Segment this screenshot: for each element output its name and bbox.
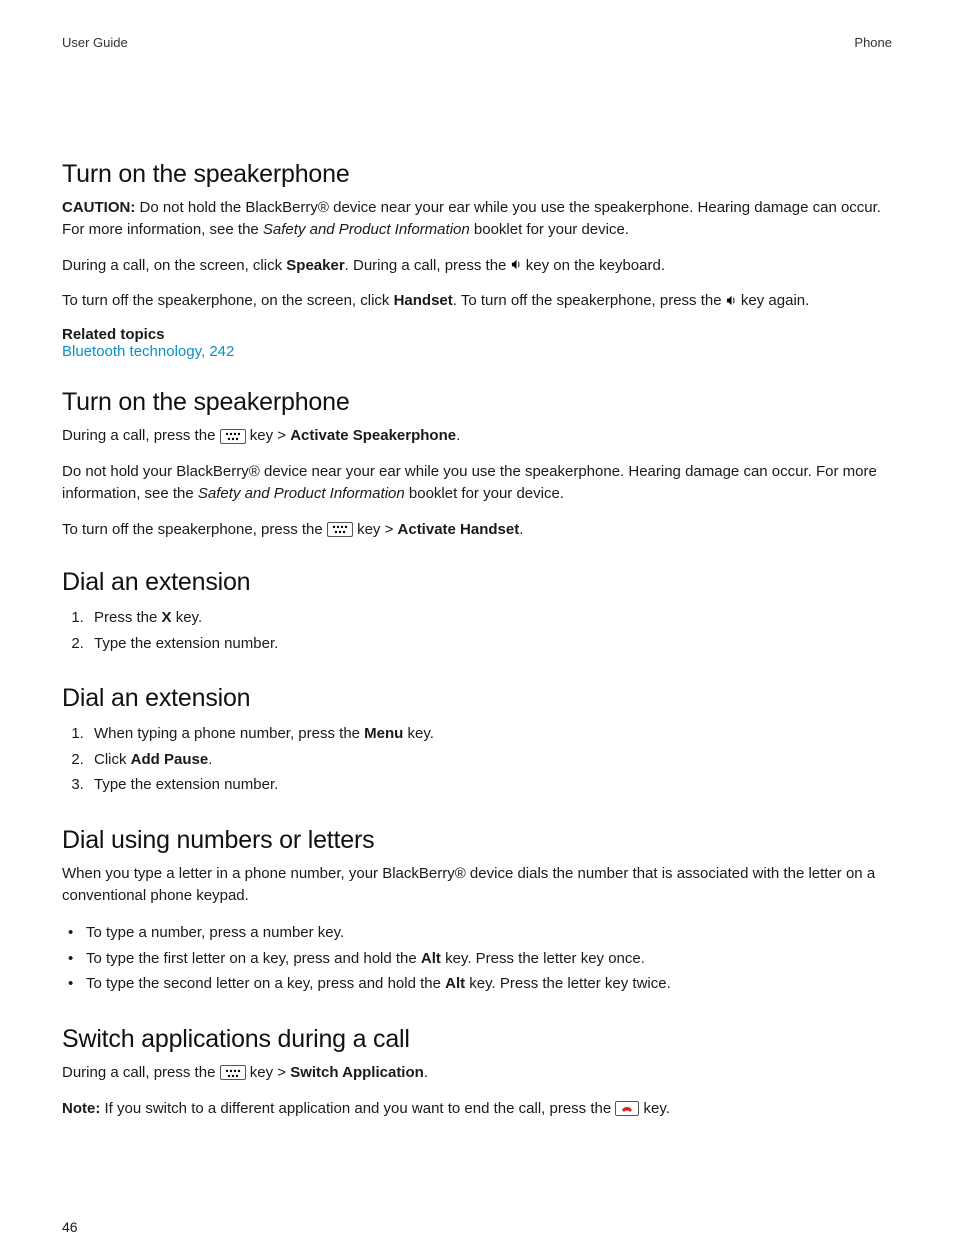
speaker-icon bbox=[511, 255, 522, 277]
heading-dial-letters: Dial using numbers or letters bbox=[62, 826, 892, 855]
caution-label: CAUTION: bbox=[62, 199, 135, 216]
heading-dial-ext-2: Dial an extension bbox=[62, 684, 892, 713]
related-topics-label: Related topics bbox=[62, 326, 892, 343]
page-number: 46 bbox=[62, 1219, 78, 1235]
speakerphone-activate-line: During a call, press the key > Activate … bbox=[62, 425, 892, 447]
menu-key-icon bbox=[220, 1065, 246, 1080]
link-bluetooth[interactable]: Bluetooth technology, 242 bbox=[62, 343, 234, 360]
dial-letters-intro: When you type a letter in a phone number… bbox=[62, 863, 892, 907]
list-item: To type the first letter on a key, press… bbox=[86, 946, 892, 972]
list-item: Type the extension number. bbox=[88, 772, 892, 798]
list-item: To type the second letter on a key, pres… bbox=[86, 971, 892, 997]
switch-app-line: During a call, press the key > Switch Ap… bbox=[62, 1062, 892, 1084]
speaker-icon bbox=[726, 291, 737, 313]
list-item: Type the extension number. bbox=[88, 631, 892, 657]
end-call-key-icon bbox=[615, 1101, 639, 1116]
list-item: When typing a phone number, press the Me… bbox=[88, 721, 892, 747]
menu-key-icon bbox=[220, 429, 246, 444]
list-item: To type a number, press a number key. bbox=[86, 920, 892, 946]
speakerphone-warning: Do not hold your BlackBerry® device near… bbox=[62, 461, 892, 505]
speakerphone-off-line: To turn off the speakerphone, on the scr… bbox=[62, 290, 892, 312]
page-header: User Guide Phone bbox=[62, 35, 892, 50]
dial-ext-steps-2: When typing a phone number, press the Me… bbox=[62, 721, 892, 798]
heading-speakerphone-1: Turn on the speakerphone bbox=[62, 160, 892, 189]
list-item: Click Add Pause. bbox=[88, 747, 892, 773]
heading-switch-apps: Switch applications during a call bbox=[62, 1025, 892, 1054]
dial-ext-steps-1: Press the X key. Type the extension numb… bbox=[62, 605, 892, 656]
page-footer: 46 bbox=[62, 1219, 892, 1235]
speakerphone-on-line: During a call, on the screen, click Spea… bbox=[62, 255, 892, 277]
menu-key-icon bbox=[327, 522, 353, 537]
header-left: User Guide bbox=[62, 35, 128, 50]
header-right: Phone bbox=[854, 35, 892, 50]
list-item: Press the X key. bbox=[88, 605, 892, 631]
heading-dial-ext-1: Dial an extension bbox=[62, 568, 892, 597]
caution-paragraph: CAUTION: Do not hold the BlackBerry® dev… bbox=[62, 197, 892, 241]
related-topics: Related topics Bluetooth technology, 242 bbox=[62, 326, 892, 360]
note-label: Note: bbox=[62, 1100, 100, 1117]
switch-app-note: Note: If you switch to a different appli… bbox=[62, 1098, 892, 1120]
speakerphone-deactivate-line: To turn off the speakerphone, press the … bbox=[62, 519, 892, 541]
dial-letters-bullets: To type a number, press a number key. To… bbox=[62, 920, 892, 997]
heading-speakerphone-2: Turn on the speakerphone bbox=[62, 388, 892, 417]
